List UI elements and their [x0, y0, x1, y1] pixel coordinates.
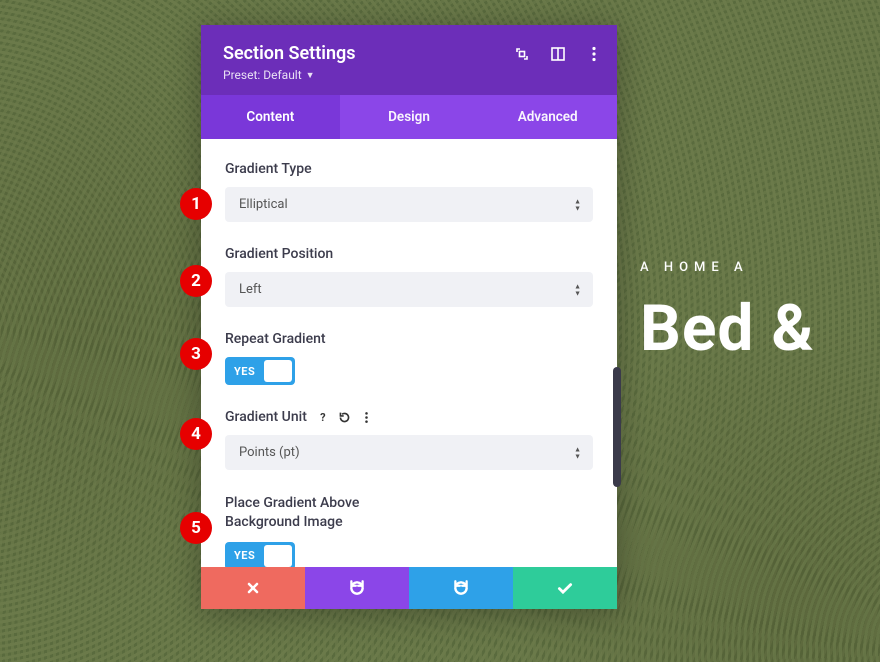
- redo-button[interactable]: [409, 567, 513, 609]
- label-icons: ?: [315, 409, 375, 425]
- options-icon[interactable]: [359, 409, 375, 425]
- select-gradient-unit[interactable]: Points (pt) ▲▼: [225, 435, 593, 470]
- tab-content[interactable]: Content: [201, 95, 340, 139]
- cancel-button[interactable]: [201, 567, 305, 609]
- select-gradient-position[interactable]: Left ▲▼: [225, 272, 593, 307]
- hero-heading: Bed &: [640, 297, 880, 361]
- toggle-place-above[interactable]: YES: [225, 542, 295, 567]
- tab-design[interactable]: Design: [340, 95, 479, 139]
- panel-footer: [201, 567, 617, 609]
- select-gradient-position-value: Left: [239, 282, 262, 297]
- header-actions: [513, 45, 603, 63]
- callout-1: 1: [180, 188, 212, 220]
- hero-subheading: A HOME A: [640, 260, 880, 275]
- callout-3: 3: [180, 338, 212, 370]
- toggle-repeat-gradient-label: YES: [234, 365, 255, 378]
- label-gradient-unit-text: Gradient Unit: [225, 409, 307, 425]
- updown-icon: ▲▼: [574, 283, 581, 296]
- callout-4: 4: [180, 418, 212, 450]
- panel-body: Gradient Type Elliptical ▲▼ Gradient Pos…: [201, 139, 617, 567]
- tab-advanced[interactable]: Advanced: [478, 95, 617, 139]
- scrollbar-thumb[interactable]: [613, 367, 621, 487]
- label-repeat-gradient: Repeat Gradient: [225, 331, 593, 347]
- caret-down-icon: ▼: [306, 70, 315, 81]
- updown-icon: ▲▼: [574, 446, 581, 459]
- select-gradient-unit-value: Points (pt): [239, 445, 300, 460]
- field-repeat-gradient: Repeat Gradient YES: [225, 331, 593, 385]
- callout-5: 5: [180, 512, 212, 544]
- callout-2: 2: [180, 265, 212, 297]
- label-gradient-type: Gradient Type: [225, 161, 593, 177]
- field-gradient-type: Gradient Type Elliptical ▲▼: [225, 161, 593, 222]
- panel-header: Section Settings Preset: Default ▼: [201, 25, 617, 95]
- undo-icon: [348, 579, 366, 597]
- preset-selector[interactable]: Preset: Default ▼: [223, 68, 315, 82]
- settings-panel: Section Settings Preset: Default ▼: [201, 25, 617, 609]
- label-place-above-line2: Background Image: [225, 513, 593, 532]
- toggle-knob: [264, 545, 292, 567]
- snap-icon[interactable]: [549, 45, 567, 63]
- select-gradient-type-value: Elliptical: [239, 197, 288, 212]
- preset-label: Preset: Default: [223, 68, 302, 82]
- expand-icon[interactable]: [513, 45, 531, 63]
- label-place-above-line1: Place Gradient Above: [225, 494, 593, 513]
- reset-icon[interactable]: [337, 409, 353, 425]
- field-gradient-position: Gradient Position Left ▲▼: [225, 246, 593, 307]
- help-icon[interactable]: ?: [315, 409, 331, 425]
- label-gradient-unit: Gradient Unit ?: [225, 409, 593, 425]
- tabs: Content Design Advanced: [201, 95, 617, 139]
- save-button[interactable]: [513, 567, 617, 609]
- redo-icon: [452, 579, 470, 597]
- toggle-knob: [264, 360, 292, 382]
- select-gradient-type[interactable]: Elliptical ▲▼: [225, 187, 593, 222]
- hero-text: A HOME A Bed &: [640, 260, 880, 361]
- more-icon[interactable]: [585, 45, 603, 63]
- check-icon: [556, 579, 574, 597]
- toggle-place-above-label: YES: [234, 549, 255, 562]
- field-gradient-unit: Gradient Unit ? Points (: [225, 409, 593, 470]
- field-place-above: Place Gradient Above Background Image YE…: [225, 494, 593, 567]
- label-place-above: Place Gradient Above Background Image: [225, 494, 593, 532]
- updown-icon: ▲▼: [574, 198, 581, 211]
- toggle-repeat-gradient[interactable]: YES: [225, 357, 295, 385]
- close-icon: [245, 580, 261, 596]
- label-gradient-position: Gradient Position: [225, 246, 593, 262]
- undo-button[interactable]: [305, 567, 409, 609]
